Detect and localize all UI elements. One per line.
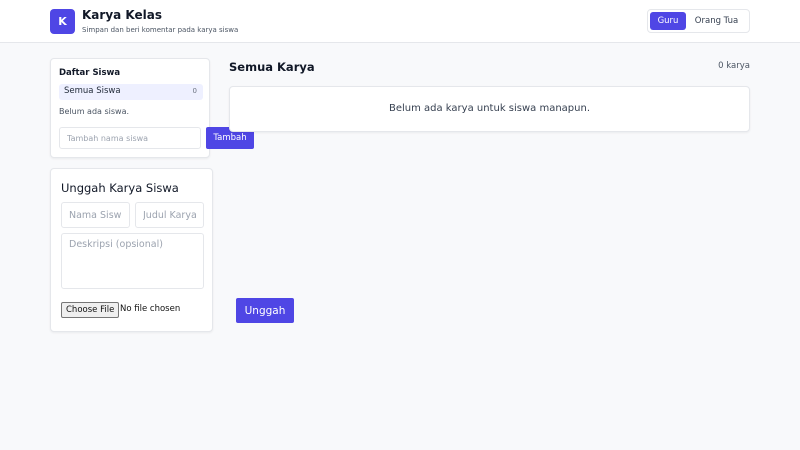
upload-student-name-input[interactable] [61,202,130,228]
student-list-panel: Daftar Siswa Semua Siswa 0 Belum ada sis… [50,58,210,158]
upload-title: Unggah Karya Siswa [61,181,179,195]
file-status: No file chosen [120,304,181,314]
app-subtitle: Simpan dan beri komentar pada karya sisw… [82,26,239,34]
upload-button[interactable]: Unggah [236,298,294,323]
works-panel: Belum ada karya untuk siswa manapun. [229,86,750,132]
works-count: 0 karya [718,61,750,71]
role-switch: Guru Orang Tua [647,9,750,33]
empty-students-message: Belum ada siswa. [59,107,130,116]
app-logo: K [50,9,75,34]
all-students-count: 0 [192,87,197,95]
description-textarea[interactable] [61,233,204,289]
empty-works-message: Belum ada karya untuk siswa manapun. [388,103,591,114]
app-title: Karya Kelas [82,8,162,22]
work-title-input[interactable] [135,202,204,228]
all-students-label: Semua Siswa [64,86,121,96]
student-list-title: Daftar Siswa [59,68,121,78]
app-header: K Karya Kelas Simpan dan beri komentar p… [0,0,800,43]
works-title: Semua Karya [229,60,315,74]
student-name-input[interactable] [59,127,201,149]
role-parent-button[interactable]: Orang Tua [686,12,747,30]
role-teacher-button[interactable]: Guru [650,12,686,30]
sidebar-item-all-students[interactable]: Semua Siswa 0 [59,84,203,100]
choose-file-button[interactable]: Choose File [61,302,120,318]
upload-panel: Unggah Karya Siswa Choose File No file c… [50,168,213,332]
